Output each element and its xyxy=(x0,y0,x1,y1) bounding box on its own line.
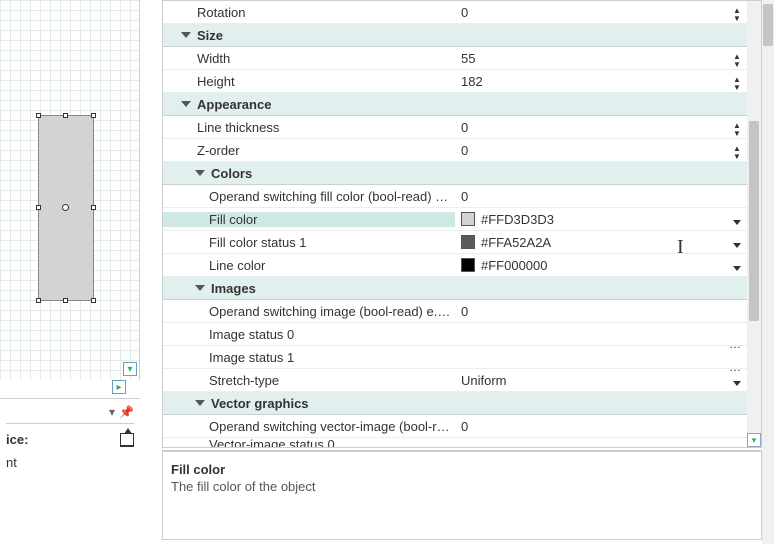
prop-row-fill-status1[interactable]: Fill color status 1 #FFA52A2A xyxy=(163,231,747,254)
collapse-icon[interactable] xyxy=(195,400,205,406)
browse-button[interactable]: … xyxy=(729,337,741,351)
prop-label: Fill color xyxy=(163,212,455,227)
spinner-icon[interactable]: ▲▼ xyxy=(733,7,743,23)
resize-handle[interactable] xyxy=(91,113,96,118)
prop-value[interactable]: Uniform xyxy=(455,373,747,388)
desc-text: The fill color of the object xyxy=(171,479,753,494)
spinner-icon[interactable]: ▲▼ xyxy=(733,145,743,161)
prop-row-img-status1[interactable]: Image status 1 … xyxy=(163,346,747,369)
prop-value[interactable]: 0 xyxy=(455,419,747,434)
category-appearance[interactable]: Appearance xyxy=(163,93,747,116)
collapse-icon[interactable] xyxy=(181,101,191,107)
design-canvas[interactable]: ▾ ▸ xyxy=(0,0,140,380)
prop-label: Width xyxy=(163,51,455,66)
prop-label: Line color xyxy=(163,258,455,273)
prop-row-img-status0[interactable]: Image status 0 … xyxy=(163,323,747,346)
window-scrollbar[interactable] xyxy=(762,0,774,544)
collapse-icon[interactable] xyxy=(195,170,205,176)
prop-value[interactable]: 0▲▼ xyxy=(455,143,747,158)
scroll-thumb[interactable] xyxy=(749,121,759,321)
resize-handle[interactable] xyxy=(63,113,68,118)
prop-label: Image status 1 xyxy=(163,350,455,365)
prop-label: Stretch-type xyxy=(163,373,455,388)
prop-row-rotation[interactable]: Rotation 0▲▼ xyxy=(163,1,747,24)
scroll-down-button[interactable]: ▾ xyxy=(747,433,761,447)
prop-label: Operand switching vector-image (bool-rea… xyxy=(163,419,455,434)
prop-value[interactable]: #FF000000 xyxy=(455,258,747,273)
resize-handle[interactable] xyxy=(36,298,41,303)
prop-label: Fill color status 1 xyxy=(163,235,455,250)
prop-row-vec-status0[interactable]: Vector-image status 0 xyxy=(163,438,747,447)
prop-value[interactable]: 55▲▼ xyxy=(455,51,747,66)
color-swatch xyxy=(461,235,475,249)
prop-label: Operand switching image (bool-read) e.g.… xyxy=(163,304,455,319)
prop-row-width[interactable]: Width 55▲▼ xyxy=(163,47,747,70)
selected-rectangle[interactable] xyxy=(38,115,94,301)
device-label: ice: xyxy=(6,432,28,447)
dropdown-icon[interactable]: ▾ xyxy=(109,405,115,419)
prop-label: Rotation xyxy=(163,5,455,20)
prop-label: Line thickness xyxy=(163,120,455,135)
prop-value[interactable]: #FFA52A2A xyxy=(455,235,747,250)
color-swatch xyxy=(461,258,475,272)
prop-row-fill-color[interactable]: Fill color #FFD3D3D3 xyxy=(163,208,747,231)
prop-row-line-color[interactable]: Line color #FF000000 xyxy=(163,254,747,277)
center-marker xyxy=(62,204,69,211)
scroll-thumb[interactable] xyxy=(763,4,773,46)
side-panel: ▾ 📌 ice: nt xyxy=(0,398,140,544)
prop-value[interactable]: 0 xyxy=(455,304,747,319)
prop-label: Height xyxy=(163,74,455,89)
prop-row-line-thickness[interactable]: Line thickness 0▲▼ xyxy=(163,116,747,139)
prop-label: Operand switching fill color (bool-read)… xyxy=(163,189,455,204)
category-size[interactable]: Size xyxy=(163,24,747,47)
expand-button[interactable]: ▾ xyxy=(123,362,137,376)
prop-row-height[interactable]: Height 182▲▼ xyxy=(163,70,747,93)
spinner-icon[interactable]: ▲▼ xyxy=(733,122,743,138)
prop-row-operand-vec[interactable]: Operand switching vector-image (bool-rea… xyxy=(163,415,747,438)
spinner-icon[interactable]: ▲▼ xyxy=(733,76,743,92)
resize-handle[interactable] xyxy=(91,298,96,303)
category-images[interactable]: Images xyxy=(163,277,747,300)
prop-value[interactable]: #FFD3D3D3 xyxy=(455,212,747,227)
upload-icon[interactable] xyxy=(120,433,134,447)
prop-value[interactable]: 0 xyxy=(455,189,747,204)
dropdown-icon[interactable] xyxy=(733,381,741,386)
dropdown-icon[interactable] xyxy=(733,243,741,248)
prop-value[interactable]: 0▲▼ xyxy=(455,5,747,20)
prop-label: Vector-image status 0 xyxy=(163,438,455,447)
dropdown-icon[interactable] xyxy=(733,266,741,271)
pin-icon[interactable]: 📌 xyxy=(119,405,134,419)
resize-handle[interactable] xyxy=(91,205,96,210)
prop-value[interactable]: 182▲▼ xyxy=(455,74,747,89)
collapse-icon[interactable] xyxy=(181,32,191,38)
color-swatch xyxy=(461,212,475,226)
prop-value[interactable]: 0▲▼ xyxy=(455,120,747,135)
desc-title: Fill color xyxy=(171,462,753,477)
content-label: nt xyxy=(6,455,17,470)
resize-handle[interactable] xyxy=(36,205,41,210)
category-colors[interactable]: Colors xyxy=(163,162,747,185)
prop-row-operand-img[interactable]: Operand switching image (bool-read) e.g.… xyxy=(163,300,747,323)
collapse-icon[interactable] xyxy=(195,285,205,291)
vertical-scrollbar[interactable]: ▾ xyxy=(747,1,761,447)
resize-handle[interactable] xyxy=(63,298,68,303)
resize-handle[interactable] xyxy=(36,113,41,118)
description-panel: Fill color The fill color of the object xyxy=(162,450,762,540)
spinner-icon[interactable]: ▲▼ xyxy=(733,53,743,69)
property-grid: Rotation 0▲▼ Size Width 55▲▼ Height 182▲… xyxy=(162,0,762,448)
play-button[interactable]: ▸ xyxy=(112,380,126,394)
prop-row-stretch[interactable]: Stretch-type Uniform xyxy=(163,369,747,392)
dropdown-icon[interactable] xyxy=(733,220,741,225)
prop-label: Image status 0 xyxy=(163,327,455,342)
prop-label: Z-order xyxy=(163,143,455,158)
prop-row-zorder[interactable]: Z-order 0▲▼ xyxy=(163,139,747,162)
category-vector[interactable]: Vector graphics xyxy=(163,392,747,415)
prop-row-operand-fill[interactable]: Operand switching fill color (bool-read)… xyxy=(163,185,747,208)
